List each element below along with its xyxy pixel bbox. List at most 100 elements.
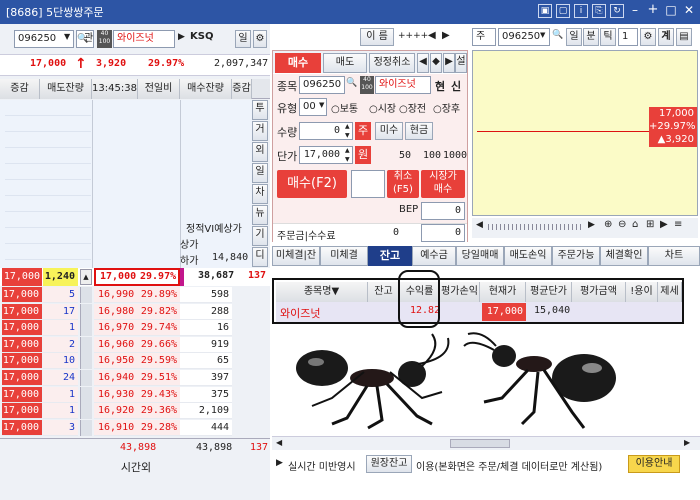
close-icon[interactable]: ✕ [682, 4, 696, 18]
plus-icon[interactable]: + [646, 3, 660, 18]
side-tab-7[interactable]: 기 [252, 226, 268, 246]
daily-tab[interactable]: 일 [566, 28, 582, 46]
diamond-icon[interactable]: ◆ [430, 53, 442, 73]
cash-button[interactable]: 현금 [405, 122, 433, 140]
daily-button[interactable]: 일 [235, 30, 251, 48]
settings-button[interactable]: 설 [455, 53, 467, 73]
ledger-balance-button[interactable]: 원장잔고 [366, 455, 412, 473]
col-interest[interactable]: !용이자 [626, 282, 658, 317]
col-avg[interactable]: 평균단가 [526, 282, 572, 302]
tick-tab[interactable]: 틱 [600, 28, 616, 46]
blank-field[interactable] [351, 170, 385, 198]
shares-button[interactable]: 주 [355, 122, 371, 140]
list-icon[interactable]: ▤ [676, 28, 692, 46]
cancel-button[interactable]: 취소 (F5) [387, 170, 419, 198]
tab-unfilled[interactable]: 미체결 [320, 246, 368, 266]
chevron-down-icon[interactable]: ▼ [540, 31, 545, 39]
scroll-left-icon[interactable]: ◀ [276, 438, 282, 447]
tab-modify-cancel[interactable]: 정정취소 [369, 53, 415, 73]
orderbook-level-row[interactable]: 17,000 3 16,910 29.28% 444 [0, 419, 270, 436]
scrollbar-track[interactable] [80, 370, 92, 386]
name-button[interactable]: 이 름 [360, 28, 394, 46]
credit-label[interactable]: 신 [451, 78, 461, 94]
side-tab-4[interactable]: 일 [252, 163, 268, 183]
radio-afterclose[interactable]: ○장후 [433, 100, 460, 115]
orderbook-level-row[interactable]: 17,000 10 16,950 29.59% 65 [0, 353, 270, 370]
market-buy-button[interactable]: 시장가 매수 [421, 170, 465, 198]
orderbook-level-row[interactable]: 17,000 2 16,960 29.66% 919 [0, 336, 270, 353]
tab-deposit[interactable]: 예수금 [412, 246, 456, 266]
code-mode-select[interactable]: 주 [472, 28, 496, 46]
cur-label[interactable]: 현 [435, 78, 445, 94]
tab-sell[interactable]: 매도 [323, 53, 367, 73]
scrollbar-track[interactable] [80, 419, 92, 436]
search-icon[interactable]: 🔍 [552, 30, 563, 40]
copy-icon[interactable]: ⎘ [592, 4, 606, 18]
tab-unfilled-balance[interactable]: 미체결|잔 [272, 246, 320, 266]
price-stepper[interactable]: ▲ ▼ [345, 146, 350, 164]
col-pnl[interactable]: 평가손익 [440, 282, 480, 302]
zoom-in-icon[interactable]: ⊕ [604, 219, 612, 230]
tab-daytrade[interactable]: 당일매매 [456, 246, 504, 266]
prev-icon[interactable]: ◀ [417, 53, 429, 73]
tab-chart[interactable]: 차트 [648, 246, 700, 266]
orderbook-level-row[interactable]: 17,000 24 16,940 29.51% 397 [0, 370, 270, 386]
minute-tab[interactable]: 분 [583, 28, 599, 46]
side-tab-8[interactable]: 디 [252, 247, 268, 267]
scrollbar-track[interactable] [80, 403, 92, 420]
zoom-out-icon[interactable]: ⊖ [618, 219, 626, 230]
tab-buy[interactable]: 매수 [275, 53, 321, 73]
col-qty[interactable]: 잔고 [368, 282, 400, 302]
side-tab-1[interactable]: 투 [252, 100, 268, 120]
col-name[interactable]: 종목명▼ [276, 282, 368, 302]
order-code-input[interactable]: 096250 [299, 76, 345, 94]
restore-icon[interactable]: ▢ [556, 4, 570, 18]
tab-sell-pnl[interactable]: 매도손익 [504, 246, 552, 266]
account-button[interactable]: 계 [658, 28, 674, 46]
side-tab-3[interactable]: 외 [252, 142, 268, 162]
tick-100[interactable]: 100 [423, 150, 441, 161]
orderbook-level-row[interactable]: 17,000 17 16,980 29.82% 288 [0, 303, 270, 320]
next-icon[interactable]: ▶ [442, 30, 450, 41]
scroll-thumb[interactable] [450, 439, 510, 448]
next-icon[interactable]: ▶ [443, 53, 455, 73]
refresh-icon[interactable]: ↻ [610, 4, 624, 18]
scrollbar-track[interactable] [80, 353, 92, 370]
scrollbar-track[interactable] [80, 320, 92, 337]
list-icon[interactable]: ≡ [674, 219, 682, 230]
orderbook-level-row[interactable]: 17,000 1 16,930 29.43% 375 [0, 386, 270, 403]
side-tab-2[interactable]: 거 [252, 121, 268, 141]
scrollbar-track[interactable] [80, 336, 92, 353]
next-icon[interactable]: ▶ [660, 219, 668, 230]
scroll-up-icon[interactable]: ▲ [80, 269, 92, 285]
col-current[interactable]: 현재가 [480, 282, 526, 302]
tick-1000[interactable]: 1000 [443, 150, 467, 161]
scrollbar-track[interactable] [80, 287, 92, 303]
tab-balance[interactable]: 잔고 [368, 246, 412, 266]
info-icon[interactable]: i [574, 4, 588, 18]
expand-icon[interactable]: ⊞ [646, 219, 654, 230]
tick-50[interactable]: 50 [399, 150, 411, 161]
chevron-down-icon[interactable]: ▼ [64, 32, 70, 41]
tab-fill-confirm[interactable]: 체결확인 [600, 246, 648, 266]
chevron-down-icon[interactable]: ▼ [319, 101, 324, 109]
qty-stepper[interactable]: ▲ ▼ [345, 122, 350, 140]
maximize-icon[interactable]: □ [664, 4, 678, 18]
mini-chart[interactable]: 17,000 +29.97% ▲3,920 [472, 50, 698, 216]
side-tab-5[interactable]: 차 [252, 184, 268, 204]
pin-icon[interactable]: ▣ [538, 4, 552, 18]
tab-orderable[interactable]: 주문가능 [552, 246, 600, 266]
best-price-row[interactable]: 17,000 1,240 ▲ 17,000 29.97% 38,687 137 [0, 268, 270, 286]
play-icon[interactable]: ▶ [178, 32, 185, 42]
scroll-right-icon[interactable]: ▶ [588, 220, 595, 230]
interval-select[interactable]: 1 [618, 28, 638, 46]
prev-icon[interactable]: ◀ [428, 30, 436, 41]
margin-button[interactable]: 미수 [375, 122, 403, 140]
scroll-left-icon[interactable]: ◀ [476, 220, 483, 230]
chart-scrollbar[interactable] [488, 224, 584, 230]
radio-market[interactable]: ○시장 [369, 100, 396, 115]
home-icon[interactable]: ⌂ [632, 219, 638, 230]
gear-icon[interactable]: ⚙ [640, 28, 656, 46]
gear-icon[interactable]: ⚙ [253, 30, 267, 48]
scroll-right-icon[interactable]: ▶ [684, 438, 690, 447]
